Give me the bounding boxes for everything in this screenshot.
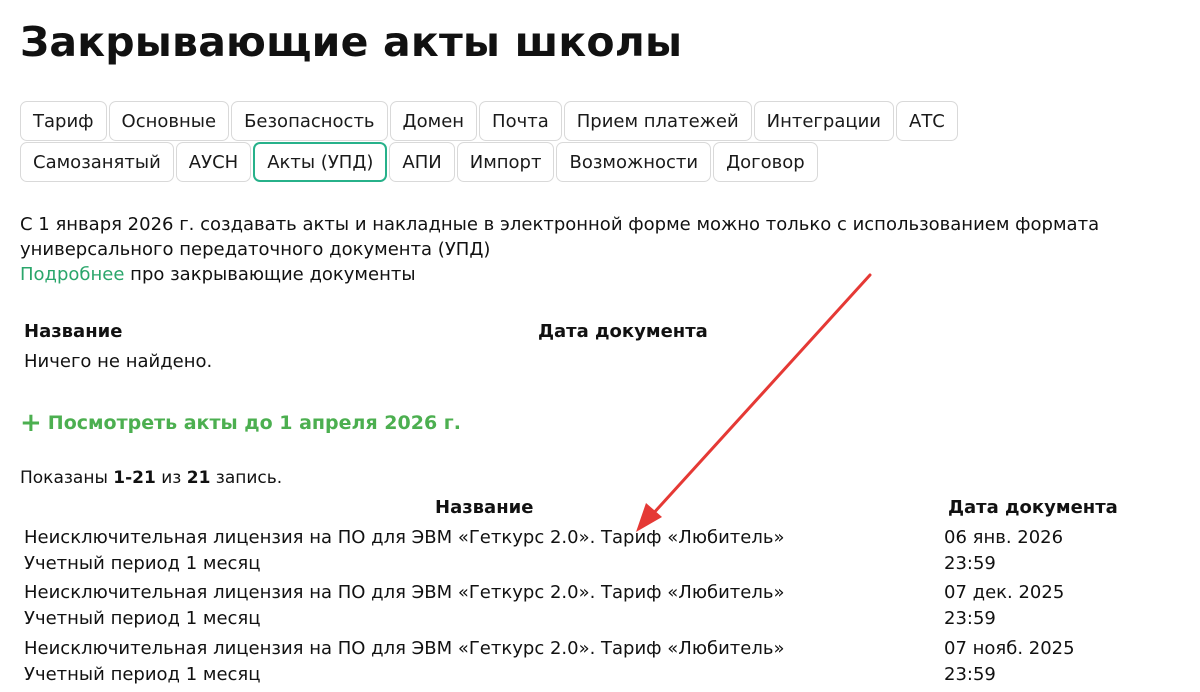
- act-date-cell: 06 янв. 2026 23:59: [944, 525, 1184, 577]
- summary-prefix: Показаны: [20, 468, 114, 488]
- act-date: 07 нояб. 2025: [944, 638, 1075, 659]
- table2-header-date[interactable]: Дата документа: [948, 497, 1118, 518]
- table-row[interactable]: Неисключительная лицензия на ПО для ЭВМ …: [0, 525, 1200, 579]
- tab-payments[interactable]: Прием платежей: [563, 101, 752, 141]
- notice-link-suffix: про закрывающие документы: [124, 264, 416, 285]
- summary-suffix: запись.: [210, 468, 283, 488]
- act-date: 06 янв. 2026: [944, 527, 1064, 548]
- act-period: Учетный период 1 месяц: [24, 553, 261, 574]
- plus-icon: +: [20, 408, 42, 438]
- act-name: Неисключительная лицензия на ПО для ЭВМ …: [24, 638, 785, 659]
- act-date: 07 дек. 2025: [944, 582, 1065, 603]
- table1-header-name: Название: [24, 321, 123, 342]
- tab-self-employed[interactable]: Самозанятый: [20, 142, 174, 182]
- act-name: Неисключительная лицензия на ПО для ЭВМ …: [24, 582, 785, 603]
- tab-tariff[interactable]: Тариф: [20, 101, 107, 141]
- tab-mail[interactable]: Почта: [479, 101, 562, 141]
- summary-total: 21: [186, 468, 211, 488]
- annotation-arrow-shaft: [649, 273, 872, 518]
- tab-features[interactable]: Возможности: [556, 142, 712, 182]
- act-name: Неисключительная лицензия на ПО для ЭВМ …: [24, 527, 785, 548]
- act-name-cell: Неисключительная лицензия на ПО для ЭВМ …: [24, 636, 884, 688]
- tab-ats[interactable]: АТС: [896, 101, 958, 141]
- act-name-cell: Неисключительная лицензия на ПО для ЭВМ …: [24, 525, 884, 577]
- table1-empty-message: Ничего не найдено.: [24, 351, 213, 372]
- tab-ausn[interactable]: АУСН: [175, 142, 252, 182]
- act-time: 23:59: [944, 608, 996, 629]
- tabs-row-2: Самозанятый АУСН Акты (УПД) АПИ Импорт В…: [20, 142, 980, 182]
- show-older-acts-link[interactable]: + Посмотреть акты до 1 апреля 2026 г.: [20, 410, 461, 436]
- act-name-cell: Неисключительная лицензия на ПО для ЭВМ …: [24, 580, 884, 632]
- act-date-cell: 07 дек. 2025 23:59: [944, 580, 1184, 632]
- tab-import[interactable]: Импорт: [456, 142, 555, 182]
- page-title: Закрывающие акты школы: [20, 18, 683, 66]
- summary-range: 1-21: [113, 468, 156, 488]
- upd-notice: С 1 января 2026 г. создавать акты и накл…: [20, 212, 1170, 287]
- act-period: Учетный период 1 месяц: [24, 664, 261, 685]
- summary-middle: из: [155, 468, 187, 488]
- table-row[interactable]: Неисключительная лицензия на ПО для ЭВМ …: [0, 580, 1200, 634]
- tab-contract[interactable]: Договор: [713, 142, 818, 182]
- notice-text: С 1 января 2026 г. создавать акты и накл…: [20, 214, 1100, 260]
- tab-integrations[interactable]: Интеграции: [753, 101, 894, 141]
- table2-header-name[interactable]: Название: [435, 497, 533, 518]
- tab-api[interactable]: АПИ: [389, 142, 455, 182]
- more-info-link[interactable]: Подробнее: [20, 264, 124, 285]
- table1-header-date: Дата документа: [538, 321, 708, 342]
- act-period: Учетный период 1 месяц: [24, 608, 261, 629]
- tab-acts-upd[interactable]: Акты (УПД): [253, 142, 388, 182]
- tabs-row-1: Тариф Основные Безопасность Домен Почта …: [20, 101, 980, 141]
- show-older-acts-label: Посмотреть акты до 1 апреля 2026 г.: [47, 412, 461, 434]
- settings-tabs: Тариф Основные Безопасность Домен Почта …: [20, 101, 980, 183]
- notice-more-line: Подробнее про закрывающие документы: [20, 262, 1170, 287]
- act-date-cell: 07 нояб. 2025 23:59: [944, 636, 1184, 688]
- records-summary: Показаны 1-21 из 21 запись.: [20, 468, 282, 488]
- tab-domain[interactable]: Домен: [389, 101, 478, 141]
- tab-main[interactable]: Основные: [108, 101, 230, 141]
- tab-security[interactable]: Безопасность: [231, 101, 388, 141]
- act-time: 23:59: [944, 553, 996, 574]
- table-row[interactable]: Неисключительная лицензия на ПО для ЭВМ …: [0, 636, 1200, 690]
- act-time: 23:59: [944, 664, 996, 685]
